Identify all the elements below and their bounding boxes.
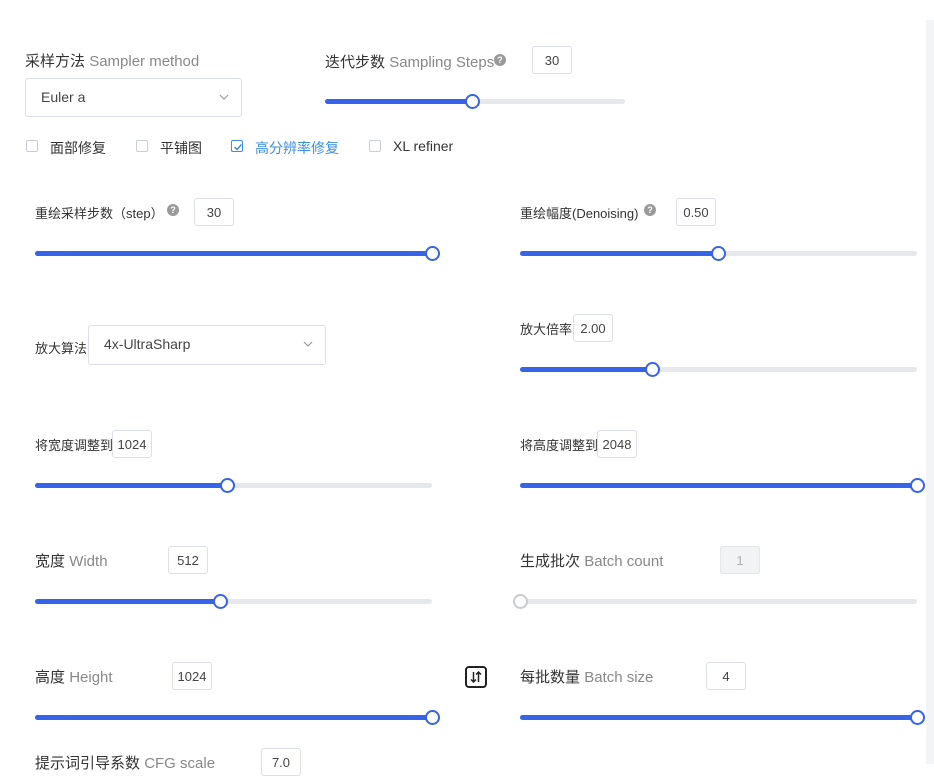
steps-label: 迭代步数 Sampling Steps — [325, 51, 494, 72]
height-input[interactable]: 1024 — [172, 662, 212, 690]
hires-steps-input[interactable]: 30 — [194, 198, 234, 226]
cfg-input[interactable]: 7.0 — [261, 748, 301, 776]
swap-dimensions-icon — [470, 670, 482, 684]
hires-steps-label: 重绘采样步数（step） — [35, 206, 164, 221]
height-slider[interactable] — [35, 710, 440, 725]
batch-count-slider-thumb — [513, 594, 528, 609]
resize-height-slider[interactable] — [520, 478, 925, 493]
resize-height-label: 将高度调整到 — [520, 438, 599, 453]
hires-steps-slider-thumb[interactable] — [425, 246, 440, 261]
tiling-label: 平铺图 — [160, 140, 202, 156]
hires-fix-checkbox[interactable] — [231, 140, 243, 152]
resize-height-slider-fill — [520, 483, 917, 488]
upscale-by-input[interactable]: 2.00 — [573, 314, 613, 342]
sampler-value: Euler a — [41, 89, 86, 105]
help-icon[interactable]: ? — [644, 204, 656, 216]
resize-height-slider-thumb[interactable] — [910, 478, 925, 493]
batch-size-slider-thumb[interactable] — [910, 710, 925, 725]
batch-size-slider[interactable] — [520, 710, 925, 725]
upscale-by-label: 放大倍率 — [520, 322, 573, 337]
denoising-input[interactable]: 0.50 — [676, 198, 716, 226]
height-slider-fill — [35, 715, 432, 720]
width-label-cn: 宽度 — [35, 553, 66, 570]
steps-label-en: Sampling Steps — [389, 54, 495, 71]
chevron-down-icon — [303, 341, 313, 347]
steps-slider-fill — [325, 99, 472, 104]
width-input[interactable]: 512 — [168, 546, 208, 574]
sampler-select[interactable]: Euler a — [25, 78, 242, 117]
steps-slider-thumb[interactable] — [465, 94, 480, 109]
batch-count-label-cn: 生成批次 — [520, 553, 581, 570]
upscale-by-slider-fill — [520, 367, 652, 372]
denoising-slider-thumb[interactable] — [711, 246, 726, 261]
batch-count-label-en: Batch count — [584, 553, 664, 570]
upscaler-select[interactable]: 4x-UltraSharp — [88, 325, 326, 365]
resize-height-input[interactable]: 2048 — [597, 430, 637, 458]
resize-width-input[interactable]: 1024 — [112, 430, 152, 458]
batch-size-input[interactable]: 4 — [706, 662, 746, 690]
resize-width-slider-fill — [35, 483, 227, 488]
batch-count-label: 生成批次 Batch count — [520, 550, 663, 571]
batch-count-input: 1 — [720, 546, 760, 574]
scrollbar[interactable] — [926, 20, 934, 764]
face-restore-label: 面部修复 — [50, 140, 106, 156]
sampler-label: 采样方法 Sampler method — [25, 50, 199, 71]
batch-size-label-en: Batch size — [584, 669, 654, 686]
sampler-label-en: Sampler method — [89, 53, 200, 70]
xl-refiner-checkbox[interactable] — [369, 140, 381, 152]
steps-input[interactable]: 30 — [532, 46, 572, 74]
resize-width-slider[interactable] — [35, 478, 432, 493]
upscale-by-slider-thumb[interactable] — [645, 362, 660, 377]
hires-steps-slider-fill — [35, 251, 432, 256]
height-label: 高度 Height — [35, 666, 113, 687]
batch-size-label: 每批数量 Batch size — [520, 666, 653, 687]
hires-fix-label: 高分辨率修复 — [255, 140, 339, 156]
swap-dimensions-button[interactable] — [465, 666, 487, 688]
height-slider-thumb[interactable] — [425, 710, 440, 725]
resize-width-slider-thumb[interactable] — [220, 478, 235, 493]
upscale-by-slider[interactable] — [520, 362, 917, 377]
steps-label-cn: 迭代步数 — [325, 54, 386, 71]
steps-slider[interactable] — [325, 94, 625, 109]
xl-refiner-label: XL refiner — [393, 138, 454, 154]
batch-size-label-cn: 每批数量 — [520, 669, 581, 686]
width-slider[interactable] — [35, 594, 432, 609]
batch-size-slider-fill — [520, 715, 917, 720]
denoising-slider[interactable] — [520, 246, 917, 261]
help-icon[interactable]: ? — [167, 204, 179, 216]
tiling-checkbox[interactable] — [136, 140, 148, 152]
width-label-en: Width — [69, 553, 108, 570]
cfg-label: 提示词引导系数 CFG scale — [35, 752, 215, 773]
batch-count-slider — [513, 594, 917, 609]
sampler-label-cn: 采样方法 — [25, 53, 86, 70]
width-label: 宽度 Width — [35, 550, 108, 571]
height-label-en: Height — [69, 669, 113, 686]
width-slider-thumb[interactable] — [213, 594, 228, 609]
height-label-cn: 高度 — [35, 669, 66, 686]
chevron-down-icon — [219, 94, 229, 100]
denoising-label: 重绘幅度(Denoising) — [520, 206, 639, 221]
upscaler-value: 4x-UltraSharp — [104, 336, 191, 352]
resize-width-label: 将宽度调整到 — [35, 438, 114, 453]
denoising-slider-fill — [520, 251, 718, 256]
check-icon — [233, 143, 243, 151]
face-restore-checkbox[interactable] — [26, 140, 38, 152]
help-icon[interactable]: ? — [494, 54, 506, 66]
width-slider-fill — [35, 599, 220, 604]
hires-steps-slider[interactable] — [35, 246, 440, 261]
upscaler-label: 放大算法 — [35, 341, 88, 356]
